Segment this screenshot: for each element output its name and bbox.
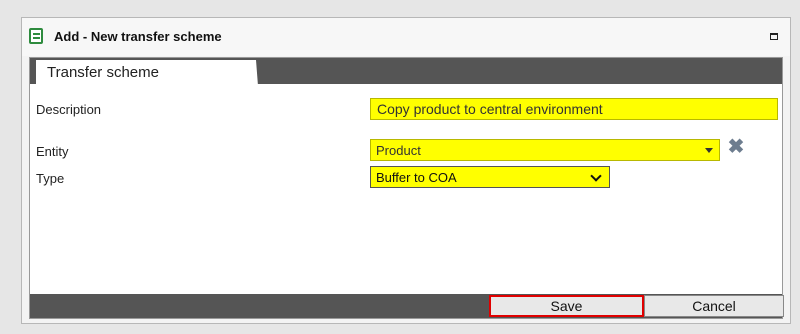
tab-bar: Transfer scheme	[30, 58, 782, 86]
type-value: Buffer to COA	[376, 170, 457, 185]
description-input[interactable]: Copy product to central environment	[370, 98, 778, 120]
tab-transfer-scheme[interactable]: Transfer scheme	[36, 60, 258, 86]
maximize-icon[interactable]	[770, 33, 778, 40]
dialog-title: Add - New transfer scheme	[54, 29, 222, 44]
dialog-content: Transfer scheme Description Copy product…	[29, 57, 784, 319]
dialog-titlebar[interactable]: Add - New transfer scheme	[22, 18, 790, 56]
clear-icon[interactable]: ✖	[727, 137, 745, 157]
tab-label: Transfer scheme	[47, 64, 159, 81]
description-label: Description	[36, 102, 102, 117]
type-select[interactable]: Buffer to COA	[370, 166, 610, 188]
entity-value: Product	[376, 143, 421, 158]
form-icon	[29, 28, 43, 44]
dropdown-arrow-icon	[705, 148, 713, 153]
transfer-scheme-dialog: Add - New transfer scheme Transfer schem…	[21, 17, 791, 324]
entity-select[interactable]: Product	[370, 139, 720, 161]
save-button[interactable]: Save	[489, 295, 644, 317]
dialog-footer: Save Cancel	[30, 294, 784, 318]
chevron-down-icon	[590, 170, 602, 182]
cancel-button[interactable]: Cancel	[644, 295, 784, 317]
entity-label: Entity	[36, 144, 69, 159]
type-label: Type	[36, 171, 65, 186]
